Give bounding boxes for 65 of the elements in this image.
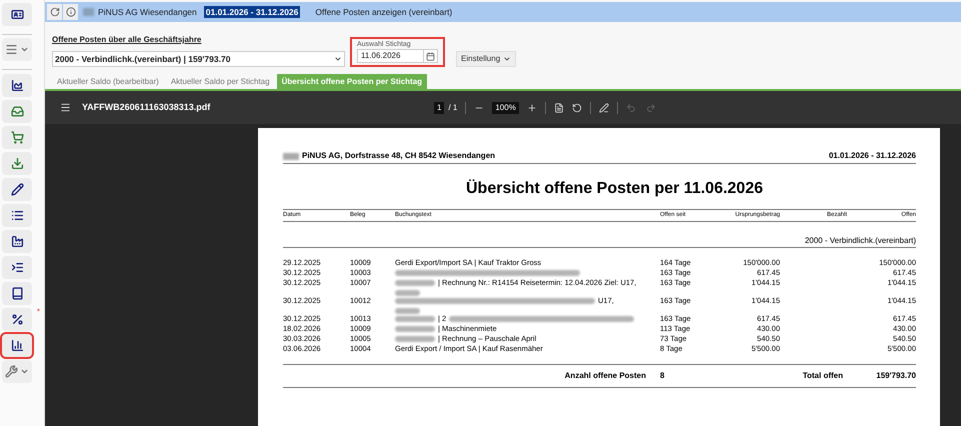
- fit-page-icon[interactable]: [554, 102, 564, 112]
- sidebar-button[interactable]: [2, 256, 32, 279]
- bar-chart-icon: [10, 339, 24, 352]
- logo-icon: [283, 152, 299, 160]
- sidebar-button[interactable]: [2, 74, 32, 97]
- indent-icon: [10, 261, 24, 274]
- summary-total: 159'793.70: [875, 370, 916, 382]
- document-title: Übersicht offene Posten per 11.06.2026: [464, 179, 764, 199]
- summary-label: Anzahl offene Posten: [564, 370, 647, 382]
- rotate-icon[interactable]: [572, 102, 582, 112]
- page-title: Offene Posten anzeigen (vereinbart): [315, 6, 452, 18]
- zoom-field[interactable]: 100%: [492, 102, 519, 114]
- download-icon: [10, 157, 24, 170]
- period-label: 01.01.2026 - 31.12.2026: [828, 150, 916, 162]
- summary-label: Total offen: [802, 370, 844, 382]
- sidebar-button[interactable]: [2, 308, 32, 331]
- sidebar-button[interactable]: [2, 178, 32, 201]
- redacted-text: [395, 308, 420, 314]
- book-icon: [10, 287, 24, 300]
- account-select[interactable]: 2000 - Verbindlichk.(vereinbart) | 159'793.70: [52, 51, 345, 67]
- id-card-icon: [10, 8, 24, 21]
- date-field[interactable]: 11.06.2026: [357, 49, 438, 63]
- redacted-text: [395, 280, 435, 286]
- draw-icon[interactable]: [598, 102, 609, 112]
- percent-icon: [10, 313, 24, 326]
- refresh-button[interactable]: [47, 4, 62, 20]
- company-name: PiNUS AG Wiesendangen: [98, 6, 197, 18]
- refresh-icon: [50, 7, 60, 17]
- page-number-field[interactable]: 1: [434, 102, 444, 114]
- tab[interactable]: Aktueller Saldo per Stichtag: [166, 74, 275, 89]
- required-mark: *: [36, 306, 40, 318]
- info-icon: [66, 7, 76, 17]
- redacted-text: [395, 290, 420, 296]
- pencil-icon: [10, 183, 24, 196]
- inbox-icon: [10, 105, 24, 118]
- sidebar-button[interactable]: [2, 230, 32, 253]
- summary-count: 8: [660, 370, 666, 382]
- settings-button[interactable]: Einstellung: [456, 51, 516, 67]
- period-label: 01.01.2026 - 31.12.2026: [204, 6, 300, 18]
- company-address: PiNUS AG, Dorfstrasse 48, CH 8542 Wiesendangen: [302, 150, 496, 162]
- page-count: / 1: [448, 102, 458, 114]
- zoom-in-icon[interactable]: [526, 102, 537, 112]
- cart-icon: [10, 131, 24, 144]
- sidebar-button[interactable]: [2, 3, 32, 26]
- factory-icon: [10, 235, 24, 248]
- area-chart-icon: [10, 79, 24, 92]
- caret-icon: [334, 55, 342, 63]
- list-icon: [10, 209, 24, 222]
- logo-icon: [83, 8, 94, 16]
- calendar-icon: [426, 52, 435, 60]
- form-heading: Offene Posten über alle Geschäftsjahre: [52, 34, 202, 46]
- file-name: YAFFWB260611163038313.pdf: [82, 100, 212, 114]
- sidebar-button[interactable]: [2, 334, 32, 357]
- menu-icon[interactable]: [60, 102, 71, 113]
- redacted-text: [395, 336, 435, 342]
- sidebar-button[interactable]: [2, 204, 32, 227]
- redacted-text: [395, 316, 435, 322]
- menu-icon: [5, 43, 18, 56]
- caret-icon: [503, 55, 512, 63]
- tab[interactable]: Aktueller Saldo (bearbeitbar): [52, 74, 164, 89]
- redacted-text: [395, 326, 435, 332]
- account-heading: 2000 - Verbindlichk.(vereinbart): [804, 236, 916, 246]
- tools-icon: [5, 365, 18, 378]
- info-button[interactable]: [63, 4, 78, 20]
- sidebar-button[interactable]: [2, 282, 32, 305]
